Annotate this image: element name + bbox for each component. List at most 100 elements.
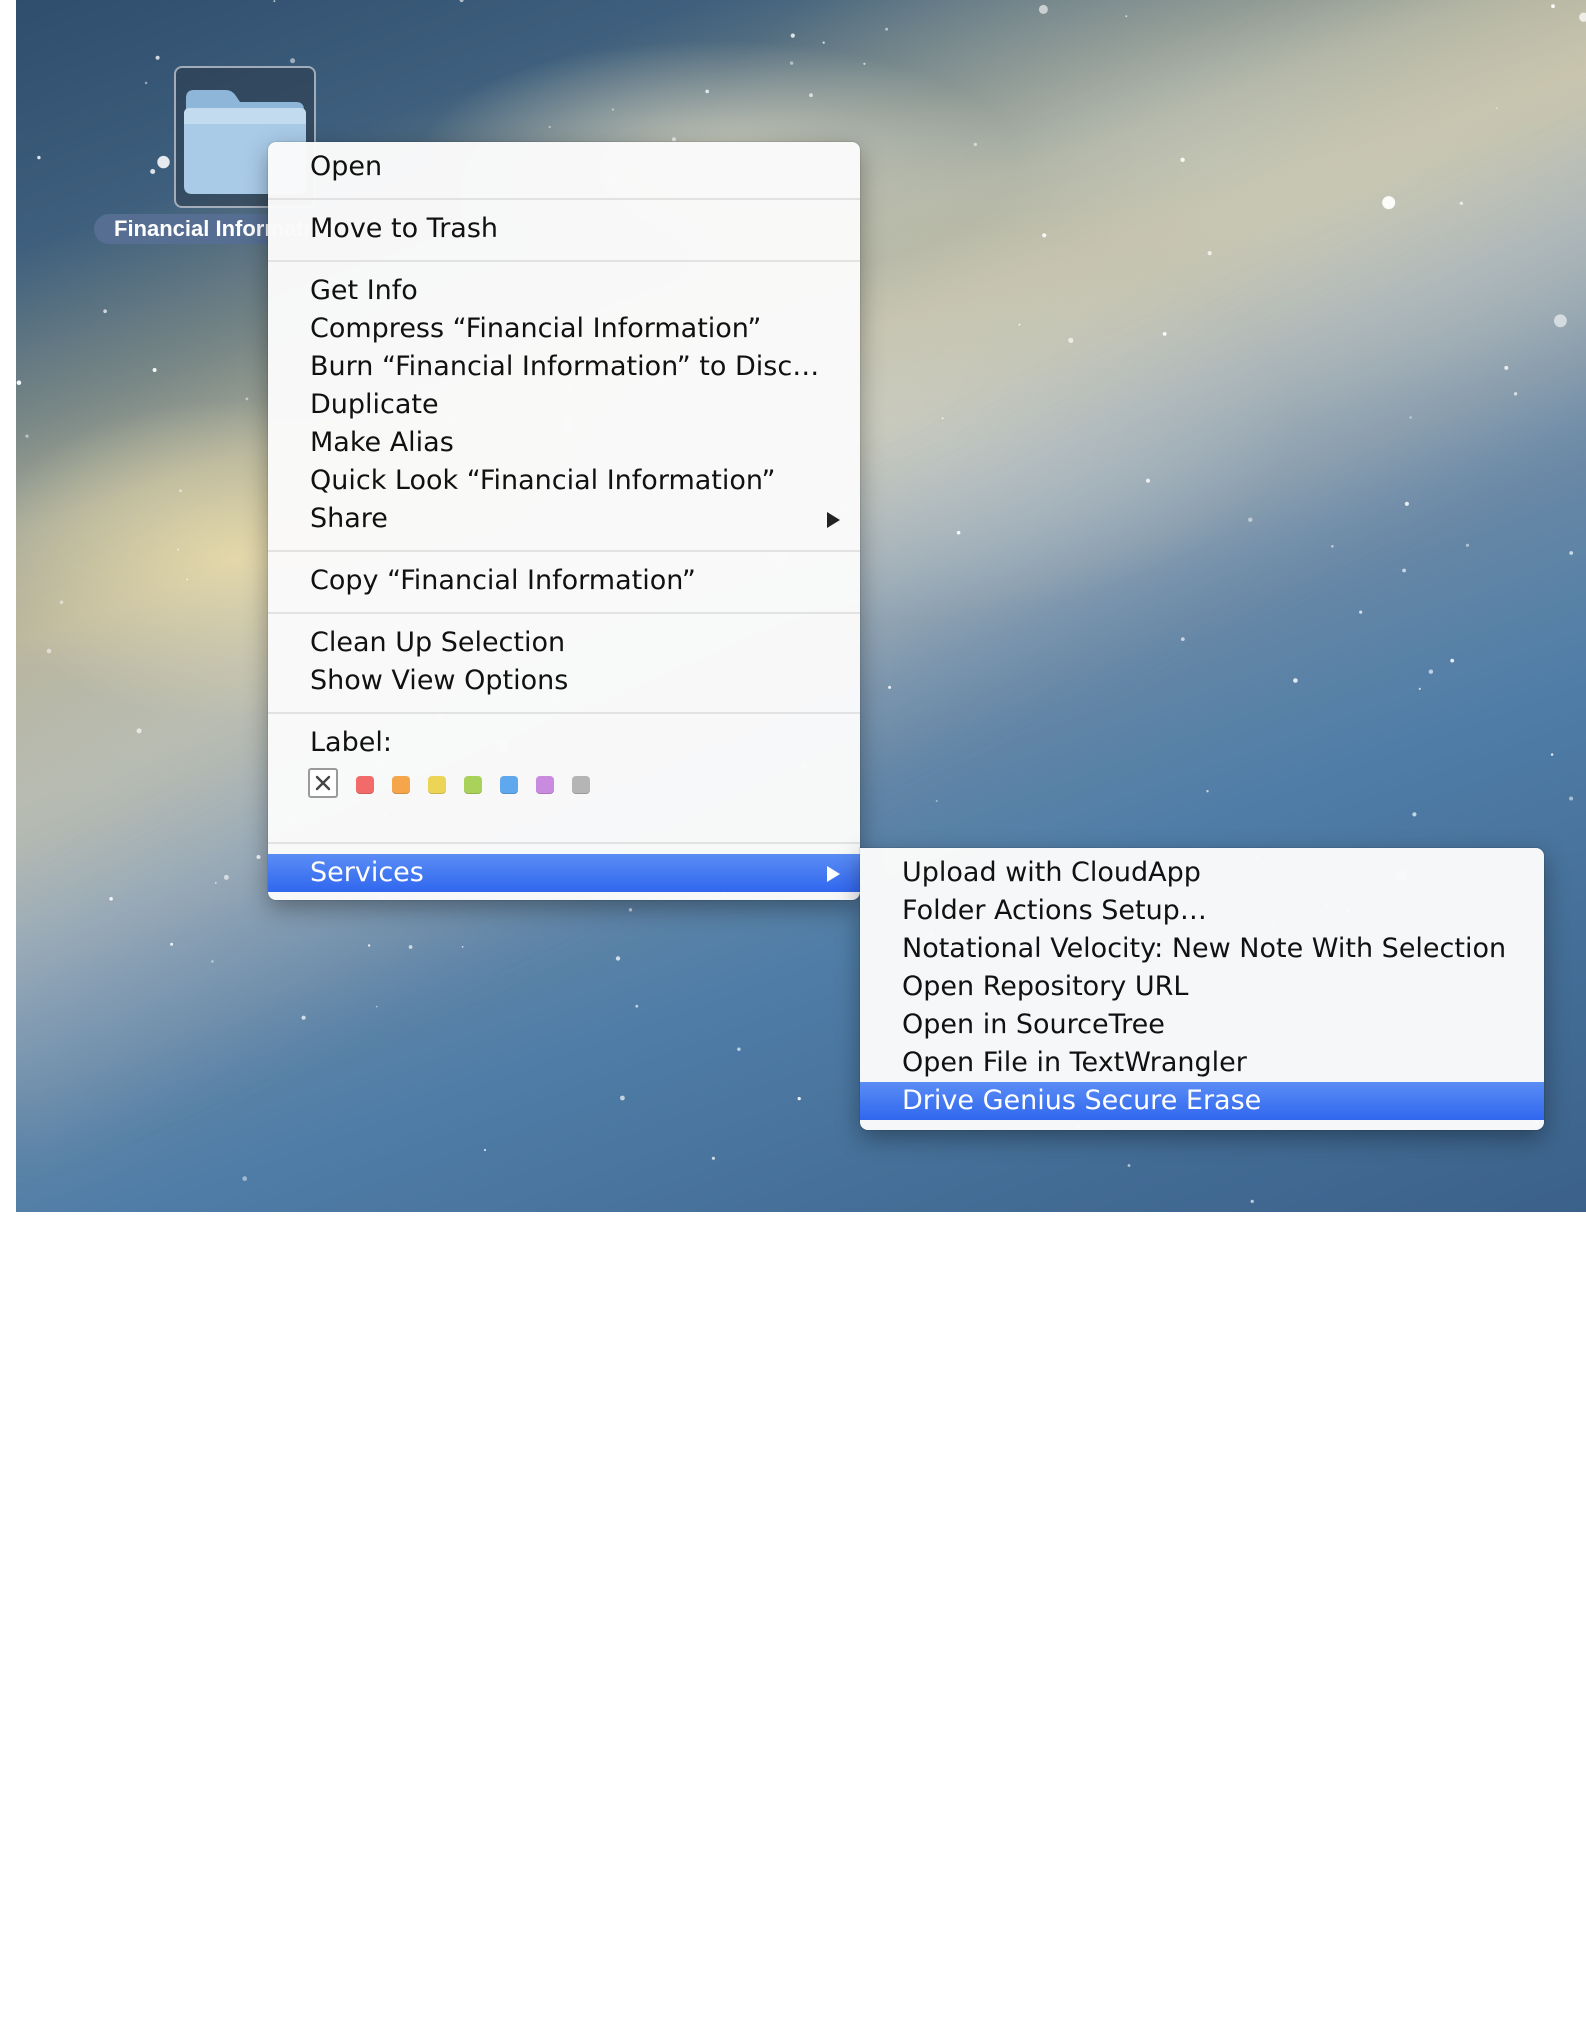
menu-item-share[interactable]: Share <box>268 500 860 538</box>
label-swatch-green[interactable] <box>464 776 482 794</box>
star <box>46 648 52 654</box>
star <box>1359 610 1363 614</box>
menu-item-duplicate[interactable]: Duplicate <box>268 386 860 424</box>
menu-item-show-view-options[interactable]: Show View Options <box>268 662 860 700</box>
star <box>211 960 214 963</box>
star <box>1554 314 1567 328</box>
menu-item-compress[interactable]: Compress “Financial Information” <box>268 310 860 348</box>
label-title: Label: <box>310 727 392 758</box>
star <box>1569 551 1574 555</box>
star <box>408 945 413 949</box>
star <box>1248 517 1253 522</box>
star <box>459 0 464 3</box>
label-none-button[interactable] <box>308 768 338 798</box>
star <box>1145 478 1151 483</box>
menu-separator <box>268 712 860 714</box>
submenu-arrow-icon <box>827 866 840 882</box>
star <box>273 0 276 3</box>
service-open-repository-url[interactable]: Open Repository URL <box>860 968 1544 1006</box>
submenu-arrow-icon <box>827 512 840 528</box>
context-menu: Open Move to Trash Get Info Compress “Fi… <box>268 142 860 900</box>
star <box>548 125 551 129</box>
menu-separator <box>268 198 860 200</box>
star <box>245 397 249 401</box>
label-swatch-gray[interactable] <box>572 776 590 794</box>
star <box>1293 678 1298 683</box>
star <box>1579 12 1586 22</box>
star <box>157 155 170 169</box>
star <box>1207 251 1212 256</box>
star <box>809 93 813 98</box>
star <box>956 530 961 535</box>
star <box>822 41 825 44</box>
star <box>1042 233 1047 238</box>
service-open-in-sourcetree[interactable]: Open in SourceTree <box>860 1006 1544 1044</box>
service-drive-genius-secure-erase[interactable]: Drive Genius Secure Erase <box>860 1082 1544 1120</box>
service-notational-velocity[interactable]: Notational Velocity: New Note With Selec… <box>860 930 1544 968</box>
star <box>1513 392 1518 396</box>
star <box>1551 4 1555 9</box>
star <box>103 309 107 314</box>
star <box>1125 15 1128 18</box>
menu-item-move-to-trash[interactable]: Move to Trash <box>268 210 860 248</box>
star <box>1450 658 1455 663</box>
star <box>223 874 229 880</box>
menu-item-services-label: Services <box>310 857 424 888</box>
star <box>628 908 633 912</box>
menu-item-clean-up-selection[interactable]: Clean Up Selection <box>268 624 860 662</box>
star <box>1504 365 1509 370</box>
star <box>888 685 892 689</box>
star <box>885 27 888 31</box>
menu-item-services[interactable]: Services <box>268 854 860 892</box>
star <box>1428 669 1434 674</box>
star <box>16 380 22 386</box>
star <box>935 800 938 802</box>
star <box>672 137 676 142</box>
star <box>242 1176 247 1181</box>
menu-item-quick-look[interactable]: Quick Look “Financial Information” <box>268 462 860 500</box>
menu-separator <box>268 260 860 262</box>
star <box>179 489 183 493</box>
star <box>1038 4 1048 14</box>
star <box>615 956 621 961</box>
label-swatch-purple[interactable] <box>536 776 554 794</box>
star <box>1404 501 1409 506</box>
star <box>737 1047 741 1051</box>
menu-item-get-info[interactable]: Get Info <box>268 272 860 310</box>
star <box>941 417 944 420</box>
service-folder-actions-setup[interactable]: Folder Actions Setup… <box>860 892 1544 930</box>
label-swatch-orange[interactable] <box>392 776 410 794</box>
star <box>1127 1164 1131 1167</box>
label-swatch-red[interactable] <box>356 776 374 794</box>
desktop-background: Financial Information Open Move to Trash… <box>16 0 1586 1212</box>
menu-separator <box>268 842 860 844</box>
star <box>109 897 113 901</box>
star <box>155 55 160 60</box>
star <box>1180 637 1185 641</box>
menu-item-make-alias[interactable]: Make Alias <box>268 424 860 462</box>
star <box>144 81 148 85</box>
star <box>177 548 180 551</box>
menu-item-open[interactable]: Open <box>268 148 860 186</box>
star <box>25 434 29 438</box>
star <box>290 58 296 64</box>
star <box>620 1095 625 1101</box>
label-color-picker <box>308 768 628 802</box>
star <box>1180 157 1185 162</box>
star <box>1382 196 1396 210</box>
menu-separator <box>268 612 860 614</box>
menu-item-burn-to-disc[interactable]: Burn “Financial Information” to Disc… <box>268 348 860 386</box>
star <box>1412 812 1417 817</box>
menu-item-copy[interactable]: Copy “Financial Information” <box>268 562 860 600</box>
star <box>59 600 64 605</box>
star <box>1018 323 1021 326</box>
star <box>186 578 188 581</box>
star <box>635 1004 639 1008</box>
service-open-in-textwrangler[interactable]: Open File in TextWrangler <box>860 1044 1544 1082</box>
menu-item-share-label: Share <box>310 503 388 534</box>
label-swatch-blue[interactable] <box>500 776 518 794</box>
service-upload-cloudapp[interactable]: Upload with CloudApp <box>860 854 1544 892</box>
star <box>375 1005 378 1008</box>
label-swatch-yellow[interactable] <box>428 776 446 794</box>
star <box>1550 753 1554 756</box>
